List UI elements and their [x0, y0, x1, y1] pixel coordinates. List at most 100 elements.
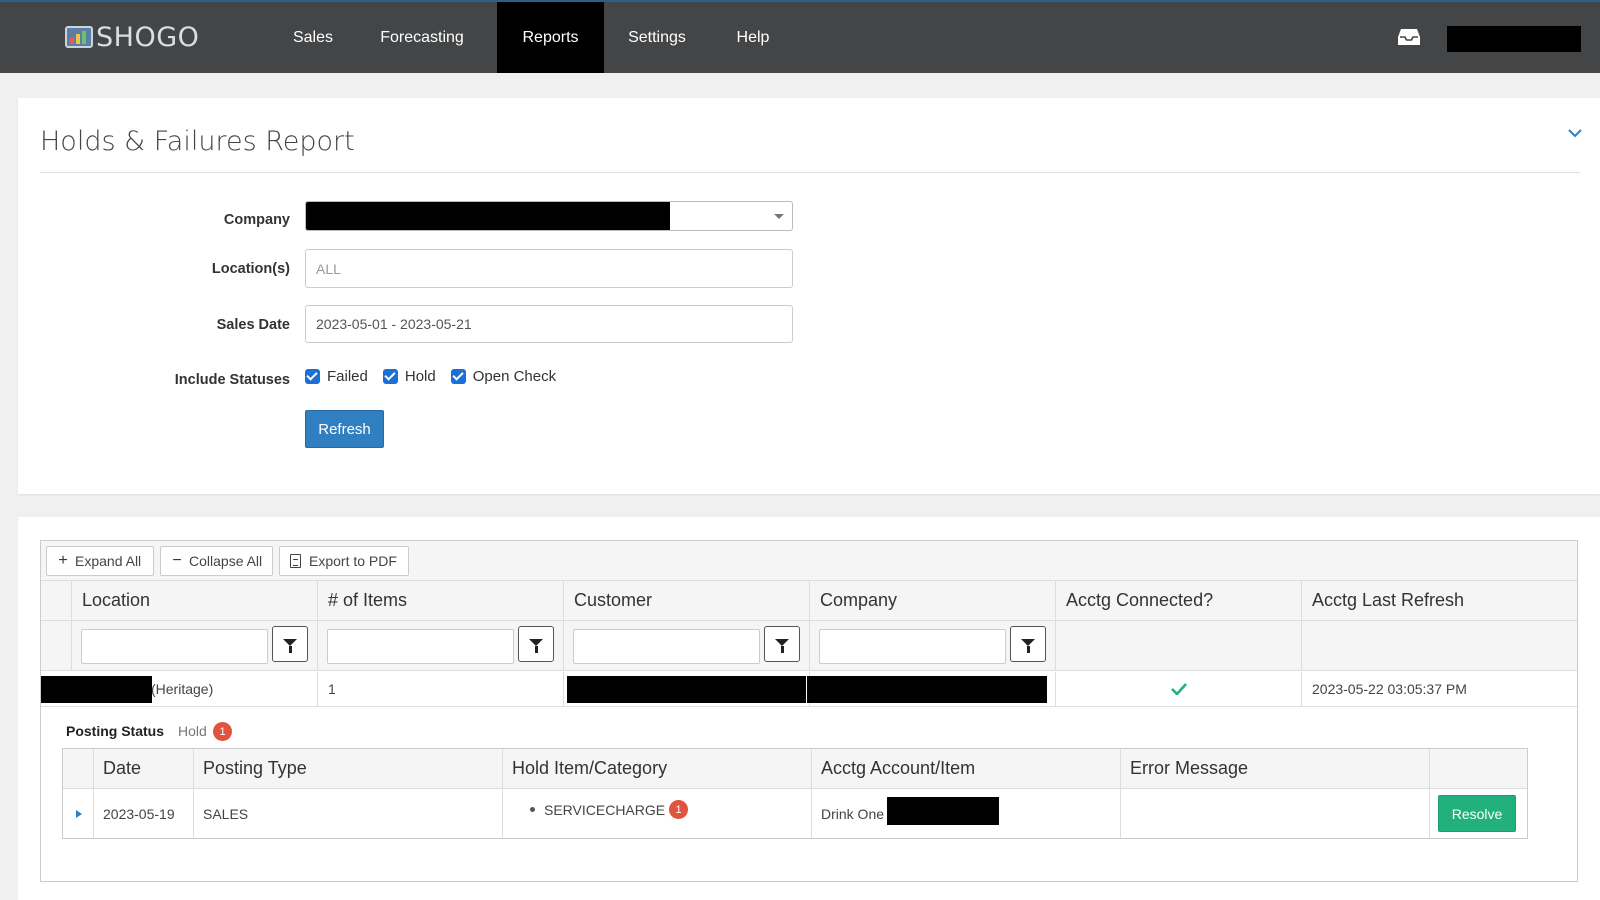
table-row-acctg-connected-cell: [1056, 672, 1302, 707]
company-redacted: [807, 676, 1047, 703]
status-hold-checkbox[interactable]: Hold: [382, 368, 436, 385]
sub-header-error-message[interactable]: Error Message: [1121, 749, 1430, 789]
sub-row-hold-item: SERVICECHARGE 1: [503, 789, 812, 838]
column-header-company[interactable]: Company: [810, 581, 1056, 621]
filter-row-spacer: [41, 621, 72, 671]
results-grid: + Expand All − Collapse All Export to PD…: [40, 540, 1578, 882]
status-failed-checkbox[interactable]: Failed: [305, 368, 368, 385]
sub-expand-column-header: [63, 749, 94, 789]
shogo-logo[interactable]: SHOGO: [65, 20, 199, 54]
minus-icon: −: [172, 552, 182, 569]
sales-date-input[interactable]: [305, 305, 793, 343]
column-header-customer[interactable]: Customer: [564, 581, 810, 621]
collapse-all-button[interactable]: − Collapse All: [160, 546, 273, 576]
sub-header-hold-item[interactable]: Hold Item/Category: [503, 749, 812, 789]
filter-icon[interactable]: [1010, 626, 1046, 662]
filter-input-location[interactable]: [81, 629, 268, 664]
posting-detail-grid: Date Posting Type Hold Item/Category Acc…: [62, 748, 1528, 839]
hold-item-count-badge: 1: [669, 800, 689, 819]
column-header-acctg-connected[interactable]: Acctg Connected?: [1056, 581, 1302, 621]
nav-sales[interactable]: Sales: [282, 2, 344, 73]
refresh-button[interactable]: Refresh: [305, 410, 384, 448]
expand-all-button[interactable]: + Expand All: [46, 546, 154, 576]
row-expand-cell[interactable]: [63, 789, 94, 838]
filter-cell-acctg-connected: [1056, 621, 1302, 671]
locations-label: Location(s): [211, 261, 290, 277]
logo-text: SHOGO: [96, 21, 200, 53]
caret-down-icon: [774, 214, 784, 219]
company-select[interactable]: [305, 201, 793, 231]
checkbox-checked-icon[interactable]: [450, 369, 466, 384]
filter-cell-customer: [564, 621, 810, 671]
export-pdf-label: Export to PDF: [309, 553, 397, 569]
filter-icon[interactable]: [272, 626, 308, 662]
filter-cell-items: [318, 621, 564, 671]
table-row-acctg-last-refresh-cell: 2023-05-22 03:05:37 PM: [1302, 672, 1577, 707]
results-panel: + Expand All − Collapse All Export to PD…: [18, 517, 1600, 900]
filter-input-company[interactable]: [819, 629, 1006, 664]
column-header-acctg-last-refresh[interactable]: Acctg Last Refresh: [1302, 581, 1577, 621]
status-failed-label: Failed: [327, 368, 368, 385]
location-suffix: (Heritage): [151, 681, 214, 697]
sub-row-acctg-account: Drink One: [812, 789, 1121, 838]
posting-status-count-badge: 1: [213, 722, 232, 741]
sub-header-date[interactable]: Date: [94, 749, 194, 789]
row-detail-panel: Posting Status Hold 1 Date Posting Type …: [41, 707, 1577, 881]
title-divider: [40, 172, 1580, 173]
hold-item-label[interactable]: SERVICECHARGE: [544, 802, 665, 818]
filter-cell-company: [810, 621, 1056, 671]
chevron-down-icon[interactable]: [1568, 128, 1582, 138]
column-header-location[interactable]: Location: [72, 581, 318, 621]
pdf-file-icon: [290, 554, 301, 568]
export-pdf-button[interactable]: Export to PDF: [279, 546, 409, 576]
expand-all-label: Expand All: [75, 553, 142, 569]
logo-chart-icon: [65, 26, 93, 48]
user-menu-redacted[interactable]: [1447, 26, 1581, 52]
status-open-check-label: Open Check: [472, 368, 557, 385]
locations-input[interactable]: [305, 249, 793, 288]
sub-header-actions: [1430, 749, 1527, 789]
plus-icon: +: [58, 552, 68, 569]
nav-help[interactable]: Help: [724, 2, 782, 73]
status-hold-label: Hold: [404, 368, 436, 385]
acctg-account-label: Drink One: [821, 805, 885, 822]
table-row-location-cell[interactable]: (Heritage): [41, 672, 318, 707]
acctg-account-redacted: [887, 797, 999, 825]
resolve-button[interactable]: Resolve: [1438, 795, 1516, 832]
filter-cell-location: [72, 621, 318, 671]
column-header-items[interactable]: # of Items: [318, 581, 564, 621]
posting-status-label: Posting Status: [66, 723, 165, 739]
nav-forecasting[interactable]: Forecasting: [370, 2, 474, 73]
customer-redacted: [567, 676, 806, 703]
sub-row-date: 2023-05-19: [94, 789, 194, 838]
sub-row-error-message: [1121, 789, 1430, 838]
nav-reports[interactable]: Reports: [497, 2, 604, 73]
expand-row-icon[interactable]: [76, 809, 82, 818]
checkbox-checked-icon[interactable]: [382, 369, 398, 384]
page-title: Holds & Failures Report: [40, 126, 355, 157]
filter-icon[interactable]: [764, 626, 800, 662]
status-open-check-checkbox[interactable]: Open Check: [450, 368, 557, 385]
filter-icon[interactable]: [518, 626, 554, 662]
filter-input-items[interactable]: [327, 629, 514, 664]
collapse-all-label: Collapse All: [189, 553, 263, 569]
status-checkbox-group: Failed Hold Open Check: [305, 368, 571, 385]
grid-toolbar: + Expand All − Collapse All Export to PD…: [41, 541, 1577, 581]
inbox-icon[interactable]: [1397, 28, 1421, 46]
hold-item-list-item: SERVICECHARGE 1: [530, 800, 689, 819]
checkbox-checked-icon[interactable]: [305, 369, 320, 384]
sub-header-acctg-account[interactable]: Acctg Account/Item: [812, 749, 1121, 789]
table-row-items-cell: 1: [318, 672, 564, 707]
posting-status-value[interactable]: Hold: [178, 723, 207, 739]
filter-input-customer[interactable]: [573, 629, 760, 664]
nav-settings[interactable]: Settings: [618, 2, 696, 73]
top-navbar: SHOGO Sales Forecasting Reports Settings…: [0, 0, 1600, 73]
sales-date-label: Sales Date: [216, 317, 290, 333]
report-filter-panel: Holds & Failures Report Company Location…: [18, 98, 1600, 494]
table-row-company-cell: [807, 672, 1056, 707]
check-icon: [1170, 683, 1187, 695]
bullet-icon: [530, 807, 535, 812]
expand-column-header: [41, 581, 72, 621]
sub-header-posting-type[interactable]: Posting Type: [194, 749, 503, 789]
location-name-redacted: [41, 676, 152, 703]
